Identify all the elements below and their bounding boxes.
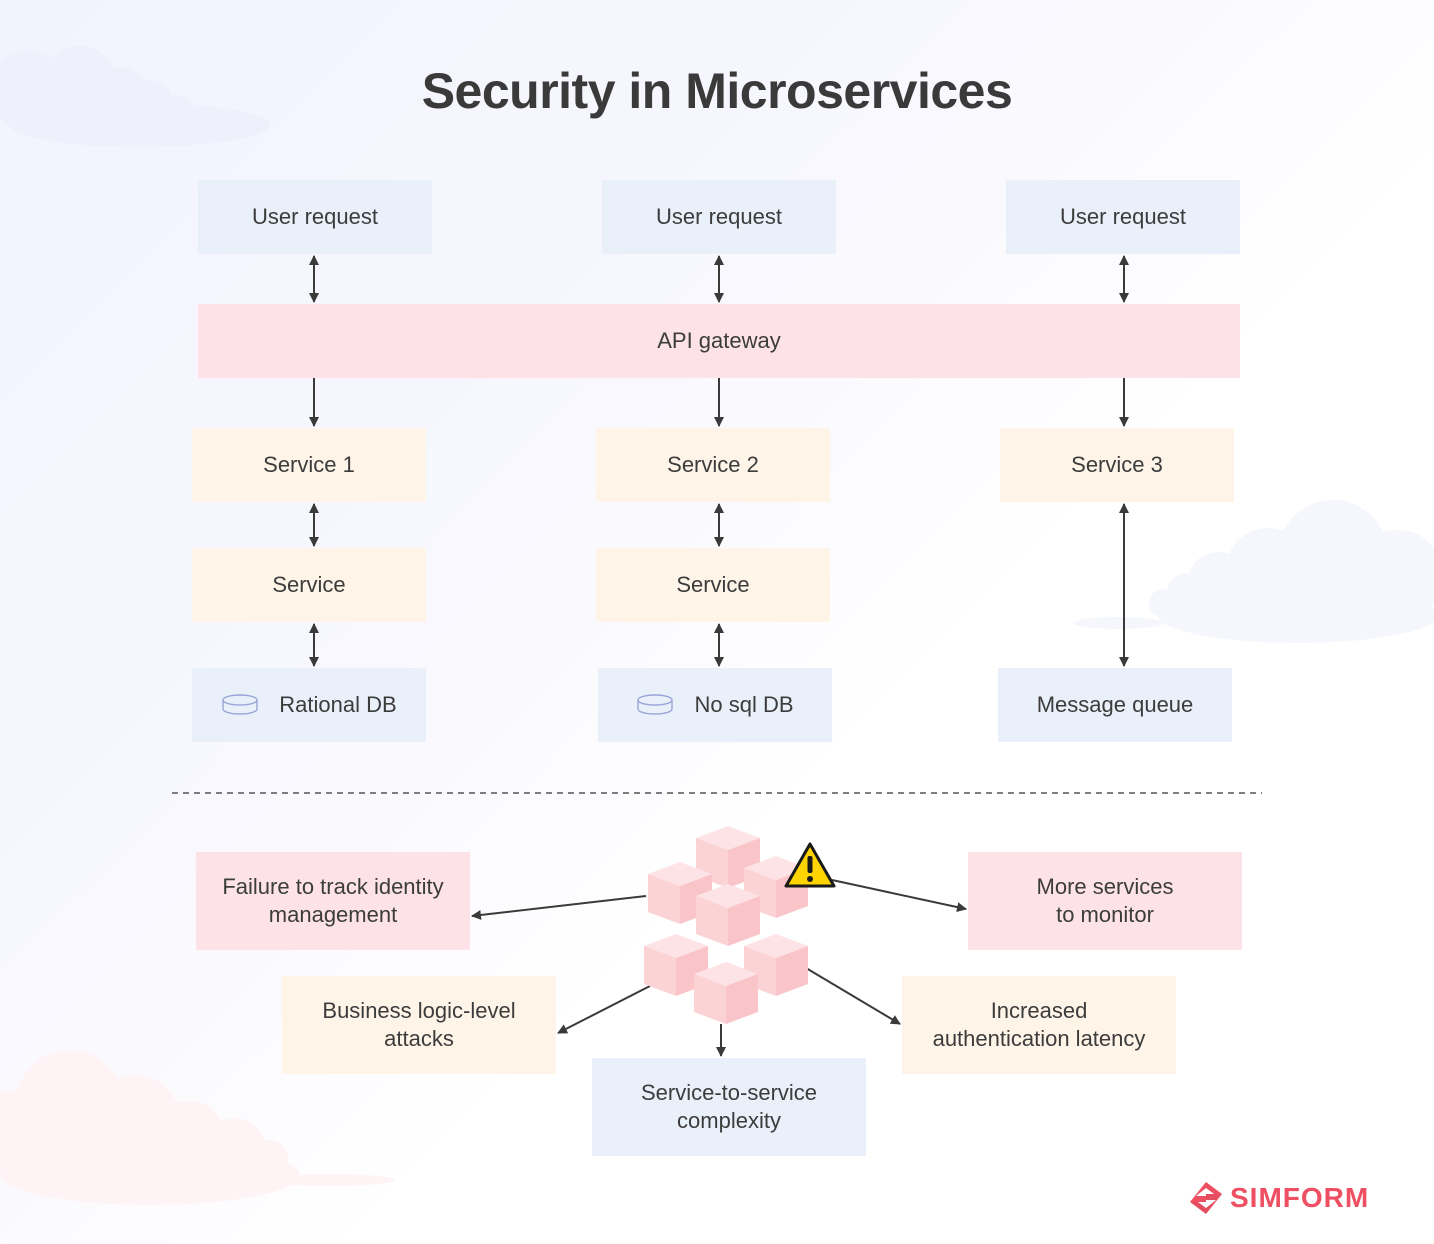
challenge-business-logic: Business logic-level attacks [282, 976, 556, 1074]
sub-service-box-1: Service [192, 548, 426, 622]
api-gateway-label: API gateway [657, 328, 781, 353]
challenge-arrow [557, 985, 651, 1034]
challenge-line: attacks [384, 1026, 454, 1051]
challenge-line: Failure to track identity [222, 874, 444, 899]
sub-service-label: Service [676, 572, 750, 597]
service-label: Service 3 [1071, 452, 1163, 477]
service-box-3: Service 3 [1000, 428, 1234, 502]
challenge-more-services: More services to monitor [968, 852, 1242, 950]
data-store-label: Rational DB [279, 692, 397, 717]
user-request-label: User request [1060, 204, 1186, 229]
diagram-title: Security in Microservices [421, 63, 1013, 119]
challenge-line: to monitor [1056, 902, 1154, 927]
relational-db-box: Rational DB [192, 668, 426, 742]
challenge-identity-management: Failure to track identity management [196, 852, 470, 950]
database-icon [221, 694, 259, 716]
nosql-db-box: No sql DB [598, 668, 832, 742]
api-gateway-box: API gateway [198, 304, 1240, 378]
challenge-line: authentication latency [932, 1026, 1146, 1051]
challenge-line: Increased [990, 998, 1088, 1023]
message-queue-box: Message queue [998, 668, 1232, 742]
user-request-box-2: User request [602, 180, 836, 254]
user-request-label: User request [252, 204, 378, 229]
brand-name: SIMFORM [1230, 1182, 1370, 1213]
challenge-line: More services [1036, 874, 1174, 899]
challenge-auth-latency: Increased authentication latency [902, 976, 1176, 1074]
service-label: Service 1 [263, 452, 355, 477]
data-store-label: Message queue [1036, 692, 1194, 717]
service-box-1: Service 1 [192, 428, 426, 502]
challenge-arrow [805, 967, 901, 1025]
user-request-box-3: User request [1006, 180, 1240, 254]
sub-service-label: Service [272, 572, 346, 597]
background-cloud-right [1073, 500, 1434, 643]
challenge-arrow [831, 879, 967, 912]
challenge-line: management [268, 902, 398, 927]
challenge-arrow [471, 895, 647, 920]
challenge-line: complexity [677, 1108, 781, 1133]
user-request-box-1: User request [198, 180, 432, 254]
service-label: Service 2 [667, 452, 759, 477]
sub-service-box-2: Service [596, 548, 830, 622]
warning-icon [784, 842, 836, 888]
user-request-label: User request [656, 204, 782, 229]
database-icon [636, 694, 674, 716]
simform-logo-icon [1190, 1182, 1222, 1214]
challenge-line: Service-to-service [640, 1080, 818, 1105]
challenge-service-complexity: Service-to-service complexity [592, 1058, 866, 1156]
simform-logo: SIMFORM [1188, 1180, 1369, 1216]
data-store-label: No sql DB [694, 692, 794, 717]
service-box-2: Service 2 [596, 428, 830, 502]
challenge-line: Business logic-level [322, 998, 516, 1023]
